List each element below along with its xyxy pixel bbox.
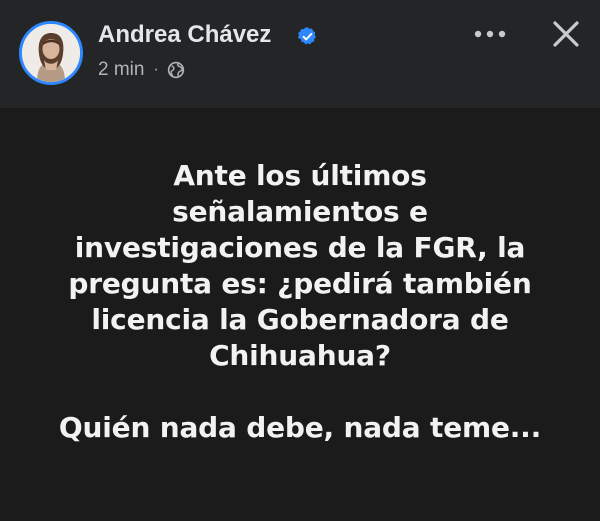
avatar[interactable] [19, 21, 83, 85]
post-timestamp[interactable]: 2 min [98, 59, 144, 81]
verified-badge-icon [297, 27, 316, 45]
globe-icon [167, 61, 184, 79]
post-closing-line: Quién nada debe, nada teme... [58, 411, 542, 444]
meta-separator: · [153, 61, 159, 78]
post-viewer: Andrea Chávez 2 min · Ante los últimos s… [0, 0, 600, 521]
post-header: Andrea Chávez 2 min · [0, 0, 600, 108]
post-text-line: Chihuahua? [209, 339, 391, 372]
post-text-line: investigaciones de la FGR, la [74, 231, 526, 264]
post-text-line: licencia la Gobernadora de [91, 303, 509, 336]
more-options-icon [474, 30, 506, 38]
post-text-line: señalamientos e [172, 195, 428, 228]
more-options-button[interactable] [470, 22, 510, 46]
avatar-image [22, 24, 80, 82]
post-text: Ante los últimos señalamientos e investi… [30, 158, 570, 446]
author-name[interactable]: Andrea Chávez [98, 20, 271, 50]
post-text-line: Ante los últimos [173, 159, 427, 192]
close-button[interactable] [548, 16, 584, 52]
post-meta: 2 min · [98, 58, 185, 82]
post-text-line: pregunta es: ¿pedirá también [68, 267, 532, 300]
close-icon [553, 21, 579, 47]
